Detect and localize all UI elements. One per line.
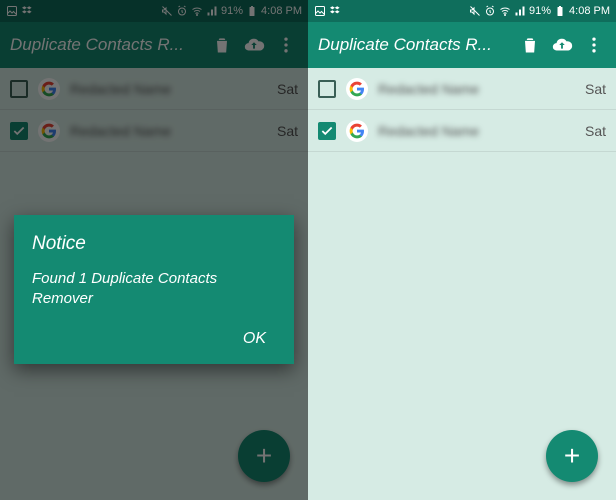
alarm-icon — [484, 5, 496, 17]
google-icon — [38, 78, 60, 100]
contact-list: Redacted Name Sat Redacted Name Sat — [0, 68, 308, 152]
contact-name: Redacted Name — [378, 123, 581, 139]
contact-name: Redacted Name — [378, 81, 581, 97]
dropbox-icon — [330, 5, 342, 17]
dialog-ok-button[interactable]: OK — [233, 324, 276, 354]
fab-add-button[interactable]: + — [546, 430, 598, 482]
app-title: Duplicate Contacts R... — [318, 35, 510, 55]
battery-icon — [554, 5, 566, 17]
battery-text: 91% — [221, 5, 243, 17]
google-icon — [346, 120, 368, 142]
google-icon — [38, 120, 60, 142]
checkbox[interactable] — [10, 122, 28, 140]
contact-suffix: Sat — [585, 81, 606, 97]
dialog-body: Found 1 Duplicate Contacts Remover — [32, 269, 276, 310]
list-item[interactable]: Redacted Name Sat — [0, 68, 308, 110]
google-icon — [346, 78, 368, 100]
contact-name: Redacted Name — [70, 81, 273, 97]
battery-icon — [246, 5, 258, 17]
delete-icon[interactable] — [518, 33, 542, 57]
battery-text: 91% — [529, 5, 551, 17]
signal-icon — [514, 5, 526, 17]
mute-icon — [161, 5, 173, 17]
contact-name: Redacted Name — [70, 123, 273, 139]
app-bar: Duplicate Contacts R... — [0, 22, 308, 68]
checkbox[interactable] — [318, 122, 336, 140]
image-icon — [314, 5, 326, 17]
contact-suffix: Sat — [277, 81, 298, 97]
delete-icon[interactable] — [210, 33, 234, 57]
contact-suffix: Sat — [277, 123, 298, 139]
app-title: Duplicate Contacts R... — [10, 35, 202, 55]
cloud-upload-icon[interactable] — [242, 33, 266, 57]
wifi-icon — [191, 5, 203, 17]
plus-icon: + — [564, 440, 580, 472]
wifi-icon — [499, 5, 511, 17]
screen-right: 91% 4:08 PM Duplicate Contacts R... Reda… — [308, 0, 616, 500]
list-item[interactable]: Redacted Name Sat — [0, 110, 308, 152]
list-item[interactable]: Redacted Name Sat — [308, 68, 616, 110]
signal-icon — [206, 5, 218, 17]
image-icon — [6, 5, 18, 17]
fab-add-button[interactable]: + — [238, 430, 290, 482]
notice-dialog: Notice Found 1 Duplicate Contacts Remove… — [14, 215, 294, 364]
status-bar: 91% 4:08 PM — [0, 0, 308, 22]
checkbox[interactable] — [318, 80, 336, 98]
dialog-title: Notice — [32, 233, 276, 255]
plus-icon: + — [256, 440, 272, 472]
alarm-icon — [176, 5, 188, 17]
dropbox-icon — [22, 5, 34, 17]
contact-list: Redacted Name Sat Redacted Name Sat — [308, 68, 616, 152]
cloud-upload-icon[interactable] — [550, 33, 574, 57]
status-bar: 91% 4:08 PM — [308, 0, 616, 22]
list-item[interactable]: Redacted Name Sat — [308, 110, 616, 152]
overflow-menu-icon[interactable] — [582, 33, 606, 57]
screen-left: 91% 4:08 PM Duplicate Contacts R... Reda… — [0, 0, 308, 500]
app-bar: Duplicate Contacts R... — [308, 22, 616, 68]
mute-icon — [469, 5, 481, 17]
contact-suffix: Sat — [585, 123, 606, 139]
clock-text: 4:08 PM — [569, 5, 610, 17]
overflow-menu-icon[interactable] — [274, 33, 298, 57]
checkbox[interactable] — [10, 80, 28, 98]
clock-text: 4:08 PM — [261, 5, 302, 17]
